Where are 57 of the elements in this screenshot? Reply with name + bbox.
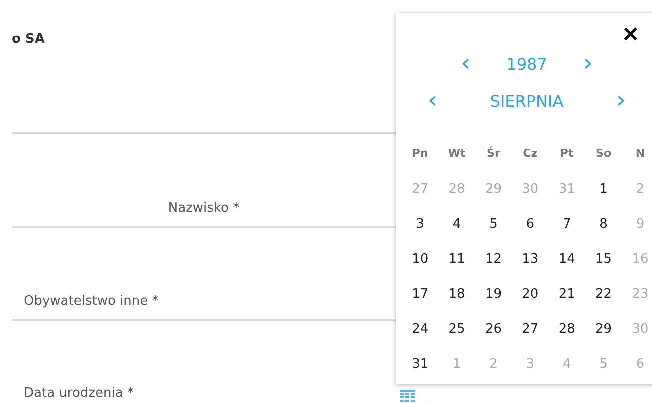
day-button: 27 xyxy=(412,180,429,200)
weekday-label: Pt xyxy=(560,146,574,162)
day-button[interactable]: 25 xyxy=(448,320,466,340)
day-button: 9 xyxy=(636,214,645,234)
day-button[interactable]: 3 xyxy=(416,214,424,234)
day-button[interactable]: 12 xyxy=(485,250,502,270)
day-button: 23 xyxy=(632,284,649,304)
field-label: Nazwisko * xyxy=(168,200,240,218)
year-label: 1987 xyxy=(506,54,548,76)
weekday-label: Pn xyxy=(412,146,428,162)
day-button: 3 xyxy=(526,354,535,374)
day-button[interactable]: 7 xyxy=(562,214,572,234)
day-button[interactable]: 4 xyxy=(452,214,462,234)
day-button[interactable]: 22 xyxy=(596,284,612,304)
day-button[interactable]: 20 xyxy=(522,284,539,304)
day-button[interactable]: 28 xyxy=(558,320,576,340)
day-button: 16 xyxy=(632,250,649,270)
day-button[interactable]: 5 xyxy=(490,214,498,234)
day-button[interactable]: 18 xyxy=(448,284,466,304)
day-button: 2 xyxy=(636,180,645,200)
day-button: 4 xyxy=(562,354,572,374)
day-button[interactable]: 31 xyxy=(412,354,429,374)
field-label: Obywatelstwo inne * xyxy=(24,292,159,310)
field-label: Data urodzenia * xyxy=(24,384,134,402)
day-button[interactable]: 14 xyxy=(558,250,576,270)
day-button[interactable]: 19 xyxy=(485,284,502,304)
day-button: 1 xyxy=(452,354,462,374)
day-button[interactable]: 8 xyxy=(600,214,608,234)
weekday-label: Cz xyxy=(523,146,538,162)
day-button[interactable]: 13 xyxy=(522,250,539,270)
weekday-label: So xyxy=(596,146,612,162)
day-button: 31 xyxy=(558,180,576,200)
day-button[interactable]: 27 xyxy=(522,320,539,340)
weekday-label: Śr xyxy=(487,146,500,162)
month-label: SIERPNIA xyxy=(490,91,564,113)
day-button: 28 xyxy=(448,180,466,200)
calendar-icon[interactable] xyxy=(400,390,415,403)
weekday-label: Wt xyxy=(448,146,466,162)
day-button[interactable]: 17 xyxy=(412,284,429,304)
day-button: 6 xyxy=(636,354,645,374)
day-button: 2 xyxy=(490,354,498,374)
day-button[interactable]: 6 xyxy=(526,214,535,234)
day-button[interactable]: 15 xyxy=(596,250,612,270)
weekday-label: N xyxy=(636,146,646,162)
day-button[interactable]: 26 xyxy=(485,320,502,340)
section-title: o SA xyxy=(12,32,45,47)
day-button: 30 xyxy=(522,180,539,200)
day-button: 30 xyxy=(632,320,649,340)
day-button: 5 xyxy=(600,354,608,374)
day-button[interactable]: 29 xyxy=(596,320,612,340)
day-button[interactable]: 1 xyxy=(600,180,608,200)
day-button[interactable]: 21 xyxy=(558,284,576,304)
day-button[interactable]: 11 xyxy=(448,250,466,270)
day-button[interactable]: 24 xyxy=(412,320,429,340)
day-button[interactable]: 10 xyxy=(412,250,429,270)
close-button[interactable]: × xyxy=(622,23,640,47)
day-button: 29 xyxy=(485,180,502,200)
